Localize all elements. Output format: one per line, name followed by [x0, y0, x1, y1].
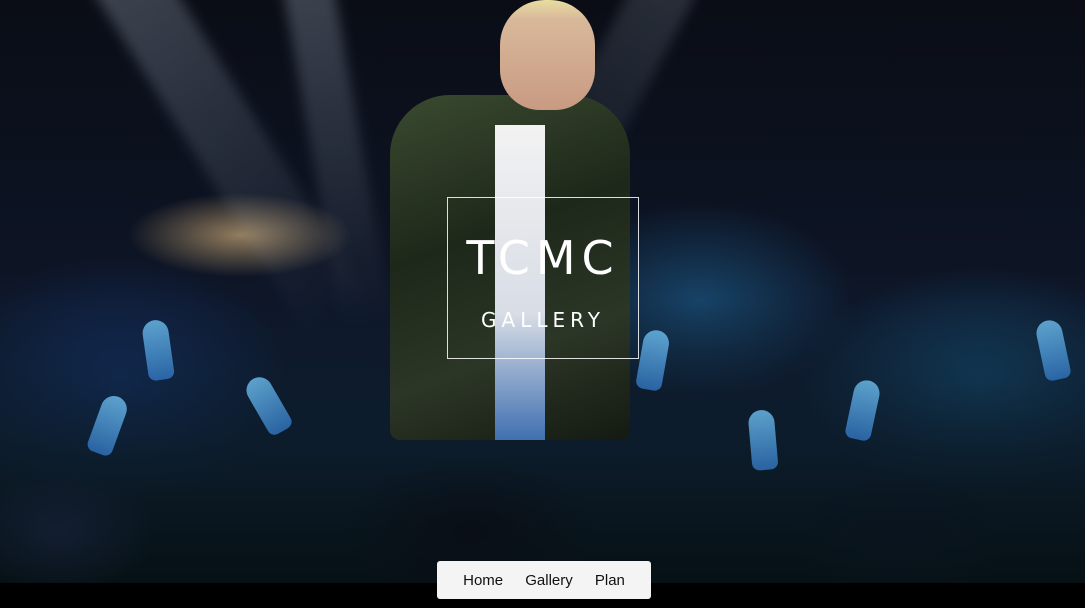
raised-hand — [634, 328, 672, 392]
raised-hand — [747, 408, 779, 472]
raised-hand — [140, 318, 176, 382]
nav-gallery-link[interactable]: Gallery — [525, 572, 573, 589]
performer-head — [500, 0, 595, 110]
bottom-navigation: Home Gallery Plan — [437, 561, 651, 599]
site-subtitle: GALLERY — [481, 308, 605, 332]
hero-background-photo: TCMC GALLERY — [0, 0, 1085, 583]
raised-hand — [241, 372, 295, 438]
site-title: TCMC — [466, 231, 620, 285]
title-frame: TCMC GALLERY — [447, 197, 639, 359]
raised-hand — [85, 392, 131, 458]
nav-home-link[interactable]: Home — [463, 572, 503, 589]
raised-hand — [1034, 317, 1072, 383]
raised-hand — [844, 377, 882, 443]
nav-plan-link[interactable]: Plan — [595, 572, 625, 589]
